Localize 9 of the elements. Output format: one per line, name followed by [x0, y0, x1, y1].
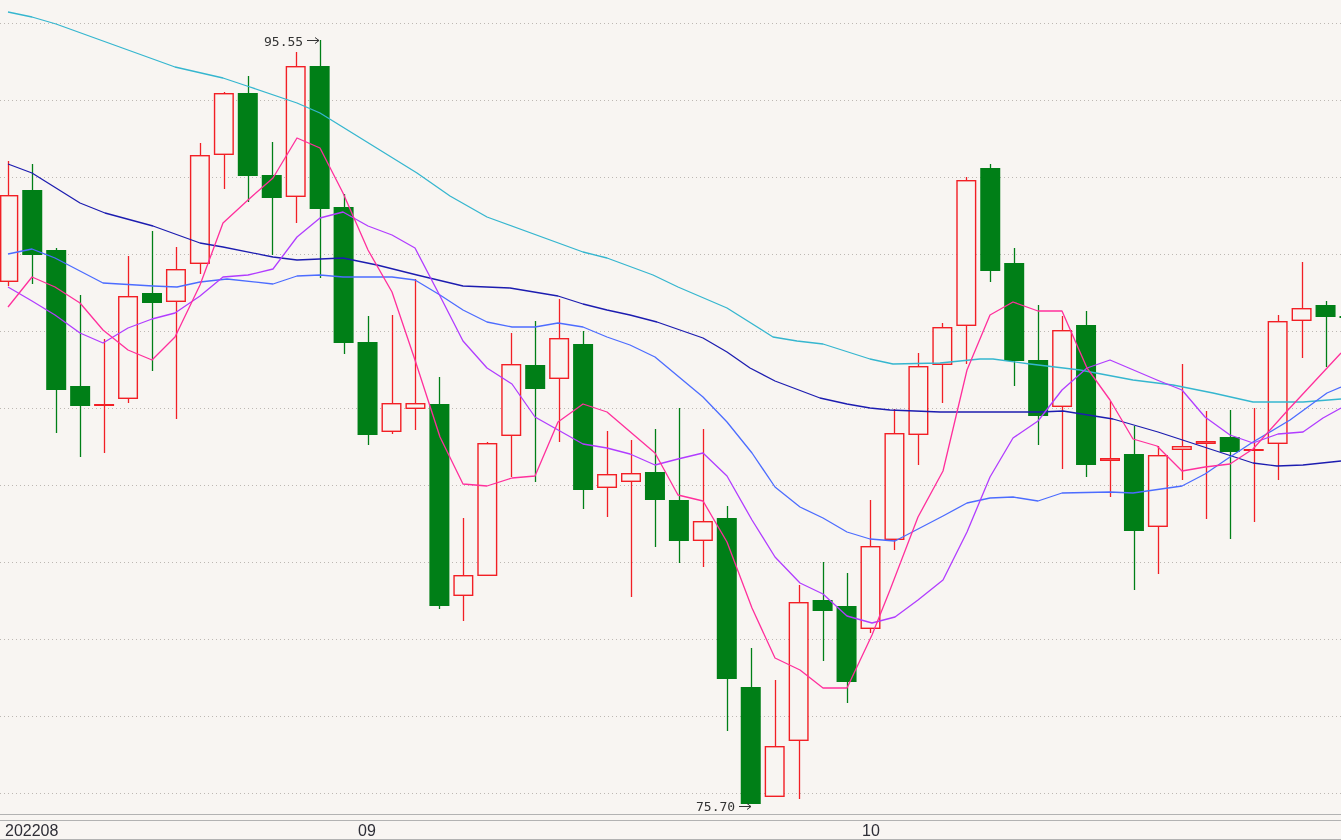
low-price-label: 75.70: [696, 799, 736, 814]
time-axis-label: 202208: [5, 821, 59, 839]
arrow-icon: [306, 37, 320, 44]
arrow-icon: [738, 803, 752, 810]
candlestick: [1315, 300, 1336, 368]
time-axis-label: 09: [358, 821, 376, 839]
time-axis-label: 10: [862, 821, 880, 839]
candlestick: [1339, 316, 1341, 318]
high-price-label: 95.55: [264, 33, 304, 49]
